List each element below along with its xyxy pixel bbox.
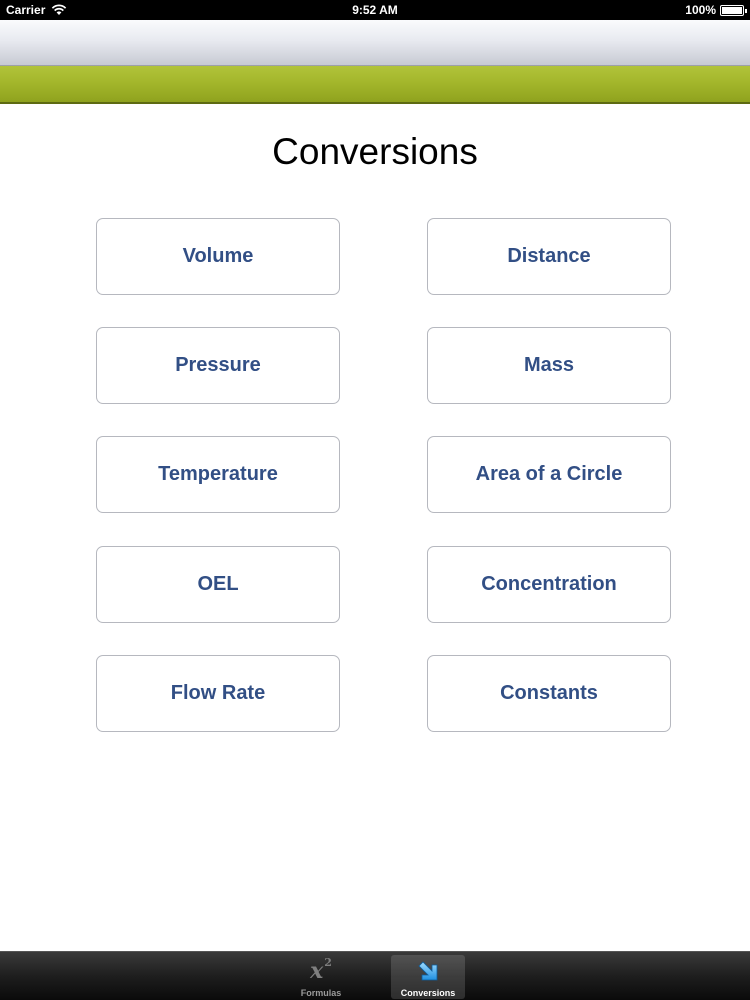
battery-icon <box>720 4 747 16</box>
header-accent-band <box>0 66 750 104</box>
constants-button[interactable]: Constants <box>427 655 671 732</box>
arrow-icon-graphic <box>418 961 438 981</box>
flow-rate-button[interactable]: Flow Rate <box>96 655 340 732</box>
oel-button[interactable]: OEL <box>96 546 340 623</box>
battery-percentage: 100% <box>685 3 716 17</box>
area-of-a-circle-button[interactable]: Area of a Circle <box>427 436 671 513</box>
tab-formulas[interactable]: x2 Formulas <box>284 955 358 999</box>
temperature-button[interactable]: Temperature <box>96 436 340 513</box>
navigation-bar <box>0 20 750 66</box>
pressure-button[interactable]: Pressure <box>96 327 340 404</box>
tab-formulas-label: Formulas <box>300 988 342 998</box>
status-bar: Carrier 9:52 AM 100% <box>0 0 750 20</box>
battery-group: 100% <box>685 3 747 17</box>
page-title: Conversions <box>272 131 478 172</box>
mass-button[interactable]: Mass <box>427 327 671 404</box>
arrow-icon <box>391 957 465 985</box>
distance-button[interactable]: Distance <box>427 218 671 295</box>
tab-conversions-label: Conversions <box>400 988 456 998</box>
status-time: 9:52 AM <box>352 3 398 17</box>
volume-button[interactable]: Volume <box>96 218 340 295</box>
concentration-button[interactable]: Concentration <box>427 546 671 623</box>
tab-conversions[interactable]: Conversions <box>391 955 465 999</box>
battery-level <box>722 6 742 14</box>
tab-bar: x2 Formulas Conversions <box>0 951 750 1000</box>
x-squared-icon-exponent: 2 <box>324 955 332 969</box>
x-squared-icon: x2 <box>284 955 358 985</box>
x-squared-icon-base: x <box>310 958 324 984</box>
